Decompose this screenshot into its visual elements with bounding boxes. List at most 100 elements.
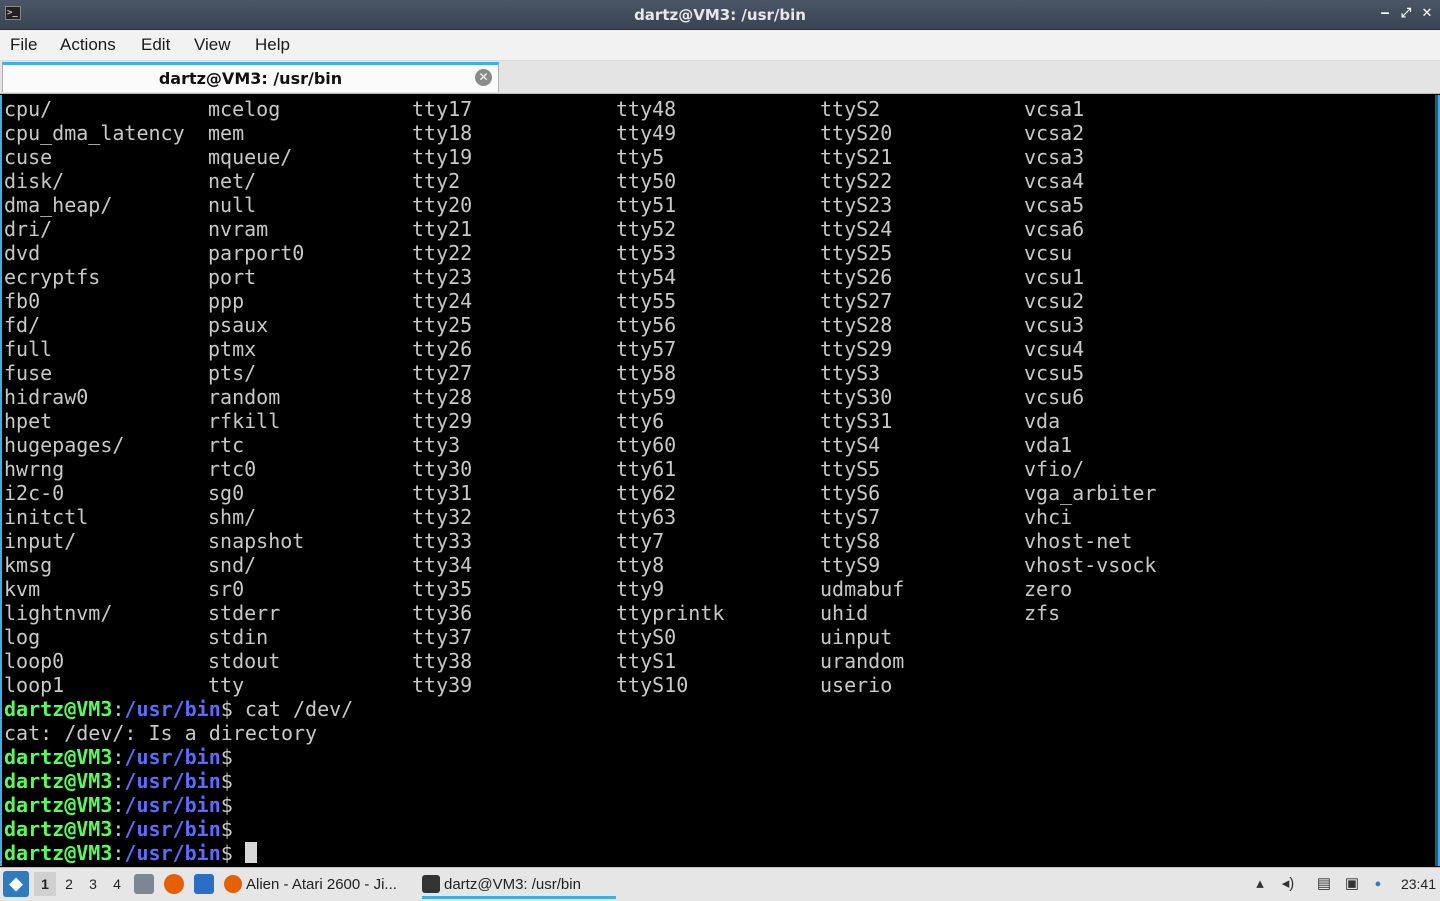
listing-entry: kmsg [4,553,53,577]
listing-entry: disk/ [4,169,65,193]
prompt-user: dartz@VM3 [4,841,113,865]
listing-entry: tty24 [412,289,473,313]
notification-icon[interactable]: ● [1368,874,1388,894]
workspace-4[interactable]: 4 [106,872,128,896]
workspace-2[interactable]: 2 [58,872,80,896]
listing-entry: ttyS26 [820,265,893,289]
listing-entry: tty57 [616,337,677,361]
listing-entry: vcsa6 [1024,217,1085,241]
task-label: dartz@VM3: /usr/bin [444,876,581,893]
listing-entry: ttyS9 [820,553,881,577]
listing-entry: zero [1024,577,1073,601]
prompt-line: dartz@VM3:/usr/bin$ [4,745,233,769]
listing-entry: cpu/ [4,97,53,121]
listing-entry: psaux [208,313,269,337]
prompt-user: dartz@VM3 [4,769,113,793]
listing-entry: tty52 [616,217,677,241]
window-titlebar[interactable]: >_ dartz@VM3: /usr/bin ‒ ⤢ ✕ [0,0,1440,30]
taskbar-task[interactable]: Alien - Atari 2600 - Ji... [224,870,416,899]
menu-edit[interactable]: Edit [139,35,172,55]
listing-entry: sr0 [208,577,245,601]
listing-entry: tty6 [616,409,665,433]
volume-icon[interactable]: ◂) [1278,874,1298,894]
terminal-scrollbar[interactable] [1435,95,1438,866]
listing-entry: snd/ [208,553,257,577]
desktop-icon[interactable] [194,874,214,894]
listing-entry: zfs [1024,601,1061,625]
listing-entry: vcsu5 [1024,361,1085,385]
network-icon[interactable]: ▴ [1250,874,1270,894]
listing-entry: ttyS23 [820,193,893,217]
tab-terminal[interactable]: dartz@VM3: /usr/bin ✕ [2,62,499,92]
workspace-3[interactable]: 3 [82,872,104,896]
listing-entry: vcsa1 [1024,97,1085,121]
listing-entry: vcsu [1024,241,1073,265]
listing-entry: urandom [820,649,905,673]
minimize-button[interactable]: ‒ [1376,5,1394,23]
listing-entry: ecryptfs [4,265,101,289]
file-manager-icon[interactable] [134,874,154,894]
clipboard-icon[interactable]: ▤ [1314,874,1334,894]
listing-entry: net/ [208,169,257,193]
terminal-view[interactable]: cpu/mcelog tty17 tty48 ttyS2 vcsa1 cpu_dma_la… [0,95,1440,866]
listing-entry: tty19 [412,145,473,169]
lxqt-menu-icon[interactable]: ◆ [3,871,29,897]
listing-entry: sg0 [208,481,245,505]
menu-file[interactable]: File [8,35,39,55]
prompt-separator: : [112,697,125,721]
display-icon[interactable]: ▣ [1342,874,1362,894]
prompt-user: dartz@VM3 [4,817,113,841]
listing-entry: vhost-net [1024,529,1133,553]
listing-entry: ttyS6 [820,481,881,505]
close-icon[interactable]: ✕ [475,69,492,86]
prompt-symbol: $ [220,841,233,865]
listing-entry: ttyS22 [820,169,893,193]
listing-entry: loop1 [4,673,65,697]
listing-entry: loop0 [4,649,65,673]
prompt-separator: : [112,817,125,841]
listing-entry: tty8 [616,553,665,577]
listing-entry: tty23 [412,265,473,289]
listing-entry: stdout [208,649,281,673]
menu-view[interactable]: View [192,35,233,55]
listing-entry: vcsa2 [1024,121,1085,145]
listing-entry: input/ [4,529,77,553]
command-text: cat /dev/ [232,697,354,721]
listing-entry: dma_heap/ [4,193,113,217]
prompt-path: /usr/bin [124,769,221,793]
prompt-separator: : [112,793,125,817]
menu-bar: File Actions Edit View Help [0,30,1440,61]
prompt-separator: : [112,769,125,793]
close-button[interactable]: ✕ [1418,5,1436,23]
firefox-icon [224,875,242,893]
listing-entry: shm/ [208,505,257,529]
prompt-path: /usr/bin [124,697,221,721]
listing-entry: tty18 [412,121,473,145]
listing-entry: tty49 [616,121,677,145]
listing-entry: vhost-vsock [1024,553,1157,577]
listing-entry: initctl [4,505,89,529]
listing-entry: parport0 [208,241,305,265]
prompt-line: dartz@VM3:/usr/bin$ [4,841,257,865]
listing-entry: rtc0 [208,457,257,481]
firefox-icon[interactable] [164,874,184,894]
listing-entry: tty25 [412,313,473,337]
listing-entry: vda [1024,409,1061,433]
prompt-symbol: $ [220,793,233,817]
maximize-button[interactable]: ⤢ [1397,5,1415,23]
listing-entry: vcsu4 [1024,337,1085,361]
listing-entry: stdin [208,625,269,649]
workspace-1[interactable]: 1 [34,872,56,896]
listing-entry: ttyS0 [616,625,677,649]
prompt-line: dartz@VM3:/usr/bin$ [4,769,233,793]
taskbar-task[interactable]: dartz@VM3: /usr/bin [422,870,616,899]
listing-entry: tty2 [412,169,461,193]
clock[interactable]: 23:41 [1401,876,1436,892]
menu-help[interactable]: Help [253,35,292,55]
listing-entry: stderr [208,601,281,625]
listing-entry: ttyS30 [820,385,893,409]
listing-entry: fuse [4,361,53,385]
prompt-symbol: $ [220,697,233,721]
menu-actions[interactable]: Actions [58,35,118,55]
command-output: cat: /dev/: Is a directory [4,721,318,745]
